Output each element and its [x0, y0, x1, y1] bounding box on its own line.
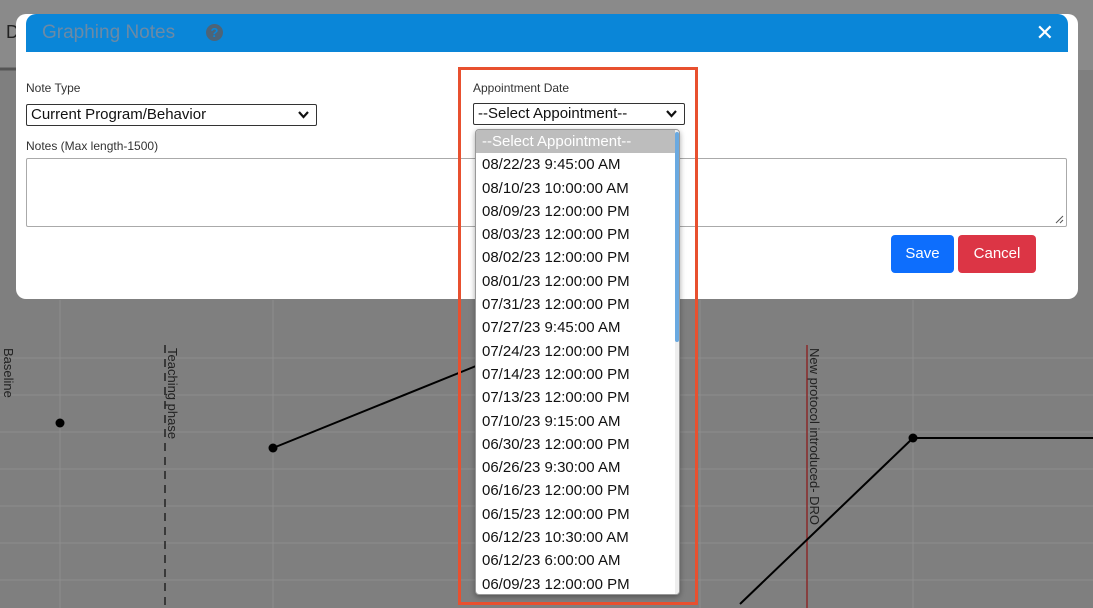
dropdown-option[interactable]: 08/03/23 12:00:00 PM [476, 223, 679, 246]
save-button[interactable]: Save [891, 235, 954, 273]
note-type-select[interactable]: Current Program/Behavior [26, 104, 317, 126]
dropdown-option[interactable]: 06/26/23 9:30:00 AM [476, 456, 679, 479]
dropdown-option[interactable]: 06/16/23 12:00:00 PM [476, 479, 679, 502]
resize-handle-icon[interactable] [1055, 215, 1064, 224]
appointment-dropdown-list[interactable]: --Select Appointment-- 08/22/23 9:45:00 A… [475, 129, 680, 595]
scrollbar-thumb[interactable] [675, 132, 679, 342]
dropdown-option[interactable]: 08/02/23 12:00:00 PM [476, 246, 679, 269]
dropdown-option[interactable]: 06/15/23 12:00:00 PM [476, 503, 679, 526]
dropdown-option[interactable]: 08/22/23 9:45:00 AM [476, 153, 679, 176]
phase-label-teaching: Teaching phase [165, 348, 180, 439]
phase-label-baseline: Baseline [1, 348, 16, 398]
dropdown-option[interactable]: 06/12/23 10:30:00 AM [476, 526, 679, 549]
phase-label-new-protocol: New protocol introduced- DRO [807, 348, 822, 525]
dropdown-option[interactable]: 08/01/23 12:00:00 PM [476, 270, 679, 293]
notes-label: Notes (Max length-1500) [26, 139, 159, 153]
dropdown-option[interactable]: 07/13/23 12:00:00 PM [476, 386, 679, 409]
dropdown-option[interactable]: 07/24/23 12:00:00 PM [476, 340, 679, 363]
chevron-down-icon [297, 105, 310, 125]
close-icon[interactable]: ✕ [1036, 20, 1054, 46]
question-circle-icon[interactable]: ? [206, 24, 223, 41]
dropdown-option[interactable]: 06/09/23 12:00:00 PM [476, 573, 679, 594]
dropdown-scrollbar[interactable] [675, 130, 679, 594]
dropdown-option[interactable]: 07/31/23 12:00:00 PM [476, 293, 679, 316]
dropdown-option[interactable]: 07/14/23 12:00:00 PM [476, 363, 679, 386]
cancel-button[interactable]: Cancel [958, 235, 1036, 273]
modal-title: Graphing Notes [42, 22, 176, 43]
dropdown-option[interactable]: 08/10/23 10:00:00 AM [476, 177, 679, 200]
dropdown-option[interactable]: 06/30/23 12:00:00 PM [476, 433, 679, 456]
note-type-label: Note Type [26, 81, 81, 95]
dropdown-option[interactable]: 07/27/23 9:45:00 AM [476, 316, 679, 339]
dropdown-option[interactable]: --Select Appointment-- [476, 130, 679, 154]
dropdown-option[interactable]: 07/10/23 9:15:00 AM [476, 410, 679, 433]
note-type-value: Current Program/Behavior [31, 106, 207, 123]
dropdown-option[interactable]: 06/12/23 6:00:00 AM [476, 549, 679, 572]
dropdown-option[interactable]: 08/09/23 12:00:00 PM [476, 200, 679, 223]
modal-header: Graphing Notes ? ✕ [26, 14, 1068, 52]
